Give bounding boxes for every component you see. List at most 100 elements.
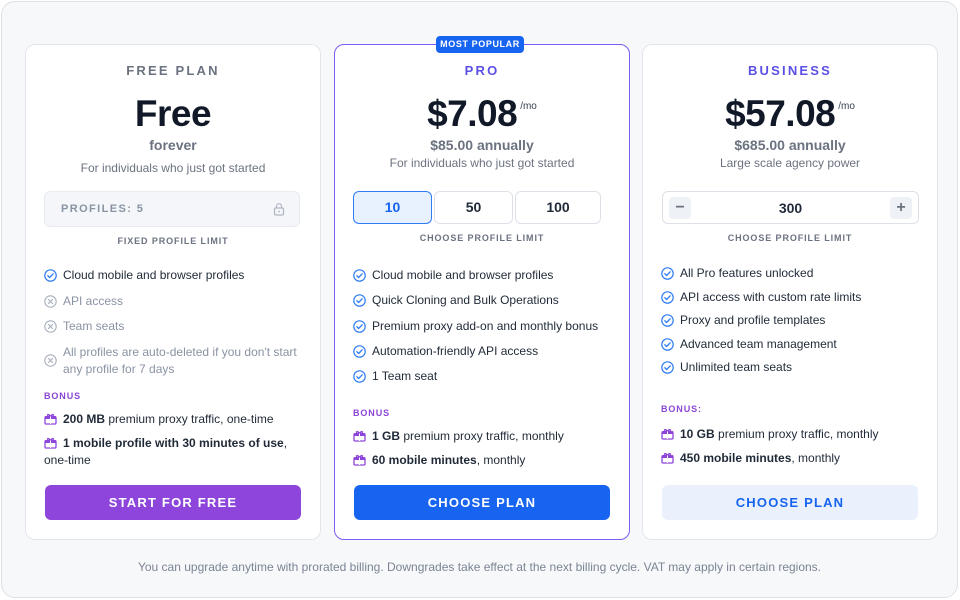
profile-limit-option-10[interactable]: 10 [353, 191, 432, 224]
profile-limit-option-50[interactable]: 50 [434, 191, 513, 224]
bonus-amount: 1 mobile profile with 30 minutes of use [63, 436, 284, 450]
bonus-title: BONUS [353, 408, 391, 418]
profile-limit-option-100[interactable]: 100 [515, 191, 601, 224]
feature-text: Advanced team management [680, 336, 837, 351]
gift-icon [661, 452, 674, 464]
check-circle-icon [661, 361, 674, 374]
pricing-panel: FREE PLAN Free forever For individuals w… [1, 1, 958, 598]
limit-caption: CHOOSE PROFILE LIMIT [727, 233, 853, 243]
feature-item: Automation-friendly API access [353, 343, 615, 360]
price-unit: /mo [520, 101, 537, 112]
increment-button[interactable]: + [890, 197, 912, 219]
feature-list: All Pro features unlocked API access wit… [661, 265, 923, 383]
check-circle-icon [353, 345, 366, 358]
profile-limit-stepper: − 300 + [662, 191, 919, 224]
feature-list: Cloud mobile and browser profiles Quick … [353, 267, 615, 393]
bonus-item: 10 GB premium proxy traffic, monthly [661, 426, 919, 443]
feature-item: Cloud mobile and browser profiles [353, 267, 615, 284]
plan-tagline: For individuals who just got started [389, 156, 575, 170]
bonus-amount: 450 mobile minutes [680, 451, 792, 465]
plan-name: FREE PLAN [126, 63, 220, 78]
limit-caption: FIXED PROFILE LIMIT [117, 236, 229, 246]
x-circle-icon [44, 353, 57, 367]
limit-caption: CHOOSE PROFILE LIMIT [419, 233, 545, 243]
choose-business-plan-button[interactable]: CHOOSE PLAN [662, 485, 918, 520]
price: $7.08/mo [335, 93, 629, 135]
feature-text: Automation-friendly API access [372, 343, 539, 358]
bonus-list: 1 GB premium proxy traffic, monthly 60 m… [353, 428, 611, 476]
gift-icon [353, 430, 366, 442]
price-amount: $57.08 [725, 93, 836, 134]
feature-text: API access with custom rate limits [680, 289, 862, 304]
choose-pro-plan-button[interactable]: CHOOSE PLAN [354, 485, 610, 520]
check-circle-icon [661, 337, 674, 351]
gift-icon [44, 437, 57, 449]
gift-icon [44, 413, 57, 425]
feature-text: All profiles are auto-deleted if you don… [63, 344, 297, 376]
feature-text: Proxy and profile templates [680, 313, 826, 327]
profile-limit-value[interactable]: 300 [703, 200, 878, 216]
x-circle-icon [44, 294, 57, 308]
feature-item: All profiles are auto-deleted if you don… [44, 344, 306, 378]
price-unit: /mo [838, 101, 855, 112]
decrement-button[interactable]: − [669, 197, 691, 219]
feature-list: Cloud mobile and browser profiles API ac… [44, 267, 306, 386]
feature-item: Cloud mobile and browser profiles [44, 267, 306, 284]
price: $57.08/mo [643, 93, 937, 135]
feature-text: 1 Team seat [372, 369, 438, 384]
plan-name: BUSINESS [747, 63, 833, 78]
x-circle-icon [44, 320, 57, 333]
feature-text: Team seats [63, 319, 125, 333]
feature-text: Cloud mobile and browser profiles [63, 268, 245, 282]
price-period: forever [149, 137, 197, 153]
gift-icon [661, 428, 674, 440]
feature-item: Quick Cloning and Bulk Operations [353, 292, 615, 309]
check-circle-icon [353, 370, 366, 383]
bonus-amount: 200 MB [63, 412, 106, 426]
bonus-item: 1 mobile profile with 30 minutes of use,… [44, 435, 302, 469]
feature-text: Unlimited team seats [680, 360, 793, 374]
bonus-amount: 1 GB [372, 429, 401, 443]
feature-item: Advanced team management [661, 336, 923, 353]
plan-name: PRO [464, 63, 500, 78]
business-plan-card: BUSINESS $57.08/mo $685.00 annually Larg… [642, 44, 938, 540]
check-circle-icon [353, 269, 366, 282]
profile-limit-field: PROFILES: 5 [44, 191, 300, 227]
bonus-list: 200 MB premium proxy traffic, one-time 1… [44, 411, 302, 476]
bonus-amount: 60 mobile minutes [372, 453, 477, 467]
bonus-item: 60 mobile minutes, monthly [353, 452, 611, 469]
feature-text: API access [63, 293, 124, 308]
bonus-item: 200 MB premium proxy traffic, one-time [44, 411, 302, 428]
check-circle-icon [661, 314, 674, 327]
feature-text: Cloud mobile and browser profiles [372, 268, 554, 282]
most-popular-badge: MOST POPULAR [436, 36, 524, 53]
price-amount: Free [134, 93, 212, 134]
bonus-text: premium proxy traffic, one-time [105, 412, 274, 426]
start-for-free-button[interactable]: START FOR FREE [45, 485, 301, 520]
feature-item: Proxy and profile templates [661, 312, 923, 329]
feature-text: Premium proxy add-on and monthly bonus [372, 318, 599, 333]
check-circle-icon [44, 269, 57, 282]
feature-item: All Pro features unlocked [661, 265, 923, 282]
bonus-item: 450 mobile minutes, monthly [661, 450, 919, 467]
feature-item: Unlimited team seats [661, 359, 923, 376]
bonus-text: , monthly [791, 451, 841, 465]
bonus-item: 1 GB premium proxy traffic, monthly [353, 428, 611, 445]
bonus-text: premium proxy traffic, monthly [714, 427, 879, 441]
check-circle-icon [353, 319, 366, 333]
annual-price: $85.00 annually [430, 137, 534, 153]
lock-icon [273, 203, 285, 216]
feature-text: All Pro features unlocked [680, 266, 814, 280]
check-circle-icon [353, 294, 366, 308]
free-plan-card: FREE PLAN Free forever For individuals w… [25, 44, 321, 540]
billing-note: You can upgrade anytime with prorated bi… [137, 560, 822, 574]
feature-item: API access with custom rate limits [661, 289, 923, 306]
profile-limit-label: PROFILES: 5 [61, 203, 145, 215]
bonus-list: 10 GB premium proxy traffic, monthly 450… [661, 426, 919, 474]
feature-item: API access [44, 293, 306, 310]
gift-icon [353, 454, 366, 466]
annual-price: $685.00 annually [734, 137, 846, 153]
bonus-text: premium proxy traffic, monthly [400, 429, 564, 443]
bonus-text: , monthly [476, 453, 526, 467]
price: Free [26, 93, 320, 135]
